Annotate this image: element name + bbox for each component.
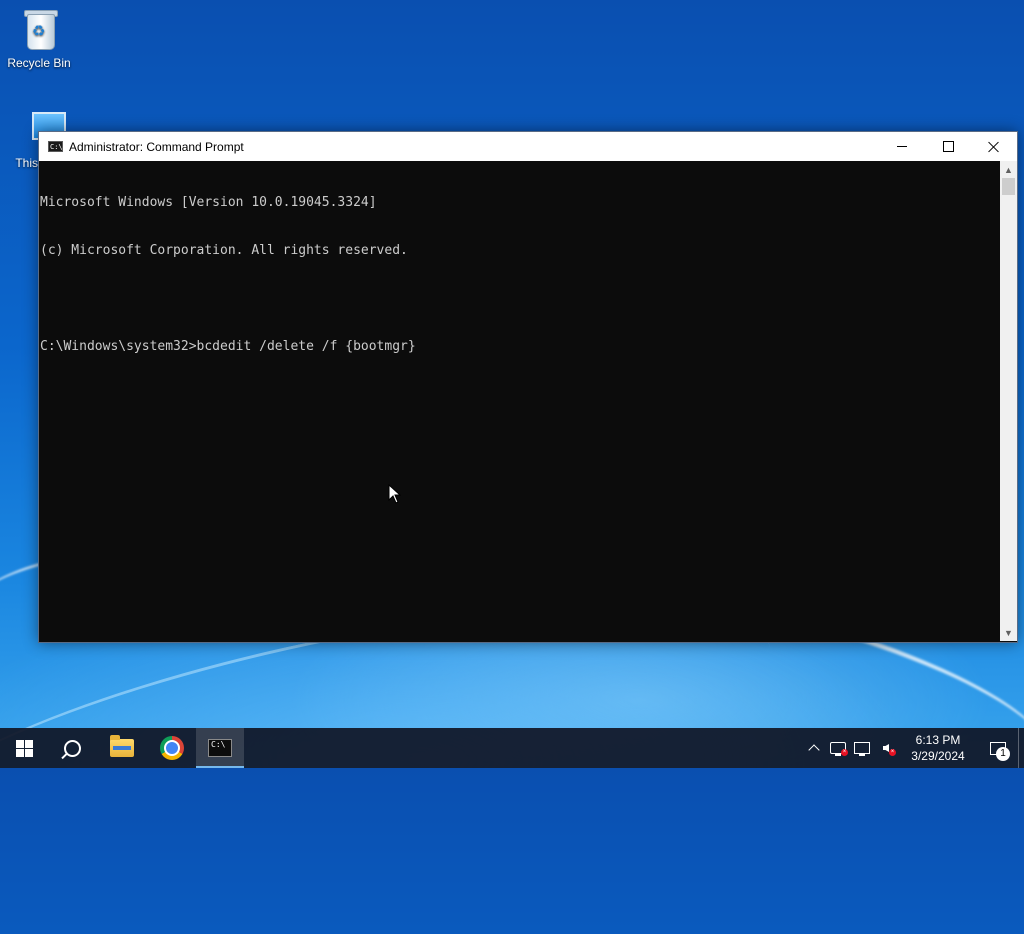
- close-icon: [988, 141, 1000, 153]
- start-button[interactable]: [0, 728, 48, 768]
- chevron-up-icon: [808, 744, 820, 756]
- command-prompt-icon: C:\: [208, 739, 232, 757]
- mouse-cursor-icon: [388, 484, 402, 504]
- show-desktop-button[interactable]: [1018, 728, 1024, 768]
- windows-logo-icon: [15, 739, 33, 757]
- console-line: Microsoft Windows [Version 10.0.19045.33…: [40, 195, 377, 210]
- notification-count-badge: 1: [996, 747, 1010, 761]
- chrome-icon: [160, 736, 184, 760]
- command-prompt-window[interactable]: C:\ Administrator: Command Prompt Micros…: [38, 131, 1018, 643]
- recycle-bin-icon: ♻: [19, 8, 59, 52]
- console-command-line[interactable]: C:\Windows\system32>bcdedit /delete /f {…: [40, 339, 999, 355]
- search-icon: [63, 739, 81, 757]
- file-explorer-button[interactable]: [98, 728, 146, 768]
- vertical-scrollbar[interactable]: ▲ ▼: [1000, 161, 1017, 641]
- maximize-icon: [942, 141, 954, 152]
- system-tray: × × 6:13 PM 3/29/2024 1: [802, 728, 1024, 768]
- desktop-icon-label: Recycle Bin: [7, 56, 71, 70]
- folder-icon: [110, 735, 134, 757]
- clock[interactable]: 6:13 PM 3/29/2024: [898, 732, 978, 764]
- command-prompt-icon: C:\: [48, 141, 63, 152]
- maximize-button[interactable]: [925, 132, 971, 161]
- scroll-thumb[interactable]: [1002, 178, 1015, 195]
- action-center-warning-icon[interactable]: ×: [826, 728, 850, 768]
- minimize-button[interactable]: [879, 132, 925, 161]
- taskbar: C:\ × × 6:13 PM 3/29/2024 1: [0, 728, 1024, 768]
- clock-time: 6:13 PM: [915, 733, 961, 747]
- desktop-icon-recycle-bin[interactable]: ♻ Recycle Bin: [1, 8, 77, 70]
- window-title: Administrator: Command Prompt: [69, 139, 244, 154]
- console-output[interactable]: Microsoft Windows [Version 10.0.19045.33…: [39, 161, 999, 641]
- scroll-down-icon[interactable]: ▼: [1000, 624, 1017, 641]
- volume-muted-icon[interactable]: ×: [874, 728, 898, 768]
- console-line: (c) Microsoft Corporation. All rights re…: [40, 243, 408, 258]
- clock-date: 3/29/2024: [911, 749, 965, 763]
- notifications-button[interactable]: 1: [978, 728, 1018, 768]
- title-bar[interactable]: C:\ Administrator: Command Prompt: [39, 132, 1017, 161]
- network-icon[interactable]: [850, 728, 874, 768]
- minimize-icon: [897, 146, 907, 147]
- command-prompt-taskbar-button[interactable]: C:\: [196, 728, 244, 768]
- show-hidden-icons-button[interactable]: [802, 728, 826, 768]
- scroll-up-icon[interactable]: ▲: [1000, 161, 1017, 178]
- close-button[interactable]: [971, 132, 1017, 161]
- search-button[interactable]: [48, 728, 96, 768]
- chrome-button[interactable]: [148, 728, 196, 768]
